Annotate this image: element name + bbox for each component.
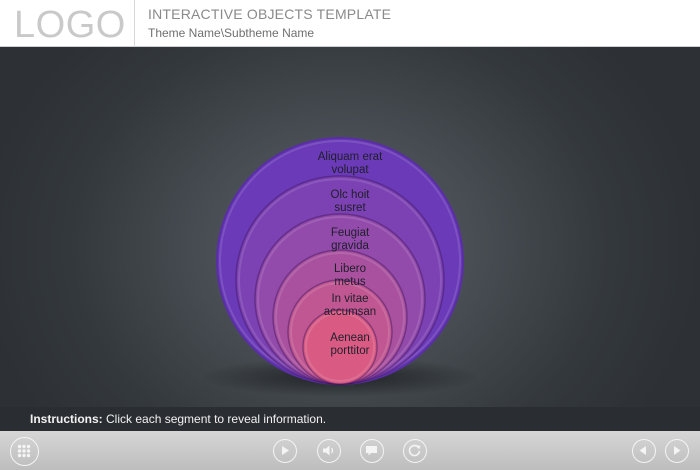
segment-label-line: Feugiat	[330, 227, 370, 239]
segment-label-1[interactable]: Aliquam erat volupat	[295, 151, 405, 177]
segment-label-line: Aenean	[330, 332, 370, 344]
page-subtitle: Theme Name\Subtheme Name	[148, 26, 315, 40]
segment-label-line: Olc hoit	[330, 189, 370, 201]
audio-button[interactable]	[317, 439, 341, 463]
segment-label-line: susret	[334, 202, 366, 214]
segment-label-line: In vitae	[331, 293, 369, 305]
replay-button[interactable]	[403, 439, 427, 463]
footer-bar	[0, 431, 700, 470]
segment-label-line: Libero	[334, 263, 366, 275]
segment-label-line: accumsan	[323, 306, 377, 318]
segment-label-5[interactable]: In vitae accumsan	[295, 293, 405, 319]
replay-icon	[408, 444, 421, 457]
page-title: INTERACTIVE OBJECTS TEMPLATE	[148, 6, 392, 22]
next-button[interactable]	[665, 439, 689, 463]
captions-button[interactable]	[360, 439, 384, 463]
instructions-text: Click each segment to reveal information…	[106, 412, 327, 426]
segment-label-2[interactable]: Olc hoit susret	[295, 189, 405, 215]
prev-button[interactable]	[632, 439, 656, 463]
grid-icon	[17, 444, 31, 458]
segment-label-line: volupat	[331, 164, 369, 176]
segment-label-4[interactable]: Libero metus	[295, 263, 405, 289]
content-stage: Aliquam erat volupat Olc hoit susret Feugiat…	[0, 47, 700, 407]
segment-label-6[interactable]: Aenean porttitor	[295, 332, 405, 358]
menu-button[interactable]	[10, 437, 39, 466]
instructions-label: Instructions:	[30, 412, 103, 426]
header-bar: LOGO INTERACTIVE OBJECTS TEMPLATE Theme …	[0, 0, 700, 47]
play-button[interactable]	[273, 439, 297, 463]
prev-icon	[639, 446, 646, 455]
speaker-icon	[323, 445, 334, 456]
play-icon	[282, 446, 289, 455]
segment-label-line: Aliquam erat	[317, 151, 383, 163]
caption-icon	[366, 446, 377, 456]
segment-label-line: gravida	[331, 240, 369, 252]
logo: LOGO	[0, 0, 135, 47]
instructions-bar: Instructions: Click each segment to reve…	[0, 407, 700, 431]
segment-label-line: porttitor	[330, 345, 370, 357]
next-icon	[674, 446, 681, 455]
segment-label-line: metus	[334, 276, 366, 288]
segment-label-3[interactable]: Feugiat gravida	[295, 227, 405, 253]
